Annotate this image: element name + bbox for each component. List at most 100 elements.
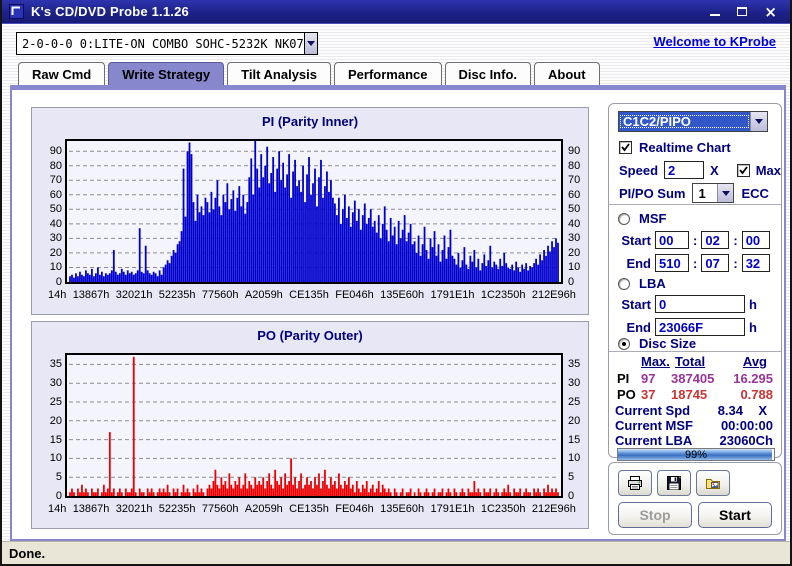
msf-end-min[interactable] <box>655 254 689 272</box>
y-tick-label: 70 <box>568 174 581 187</box>
y-tick-label: 20 <box>49 246 62 259</box>
y-tick-label: 15 <box>568 433 581 446</box>
ecc-label: ECC <box>741 185 769 201</box>
chevron-down-icon[interactable] <box>303 33 317 54</box>
print-button[interactable] <box>618 470 652 496</box>
hex-suffix: h <box>749 319 757 335</box>
stop-button[interactable]: Stop <box>618 502 692 528</box>
y-tick-label: 10 <box>568 452 581 465</box>
y-tick-label: 35 <box>49 358 62 371</box>
colon-separator: : <box>733 255 738 271</box>
pi-max-value: 97 <box>641 371 656 386</box>
lba-radio[interactable] <box>618 277 630 290</box>
max-speed-checkbox[interactable] <box>736 163 750 177</box>
current-spd-value: 8.34 <box>717 403 743 418</box>
y-tick-label: 0 <box>55 490 62 502</box>
y-tick-label: 60 <box>49 188 62 201</box>
realtime-chart-checkbox[interactable] <box>619 141 632 154</box>
x-tick-label: 1791E1h <box>430 289 475 301</box>
msf-start-sec[interactable] <box>701 231 730 249</box>
tab-tilt-analysis[interactable]: Tilt Analysis <box>227 62 332 85</box>
hex-suffix: h <box>749 296 757 312</box>
tab-write-strategy[interactable]: Write Strategy <box>108 62 225 85</box>
floppy-save-icon <box>667 476 681 490</box>
save-image-button[interactable] <box>696 470 730 496</box>
msf-start-min[interactable] <box>655 231 689 249</box>
pi-chart-plot <box>65 139 563 284</box>
pipo-sum-combo[interactable]: 1 <box>692 183 735 203</box>
lba-end-input[interactable] <box>655 318 745 336</box>
check-icon <box>738 165 748 174</box>
y-tick-label: 20 <box>49 414 62 427</box>
tab-performance[interactable]: Performance <box>334 62 442 85</box>
po-avg-value: 0.788 <box>740 387 773 402</box>
x-tick-label: 77560h <box>201 503 239 515</box>
y-tick-label: 90 <box>568 145 581 158</box>
msf-end-label: End <box>626 255 651 271</box>
po-total-value: 18745 <box>671 387 708 402</box>
msf-end-sec[interactable] <box>701 254 730 272</box>
current-msf-value: 00:00:00 <box>720 418 773 433</box>
maximize-icon[interactable] <box>737 7 748 16</box>
speed-input[interactable] <box>664 161 705 179</box>
pi-x-axis: 14h 13867h 32021h 52235h 77560h A2059h CE135h F… <box>48 289 576 301</box>
msf-label: MSF <box>639 211 667 226</box>
save-button[interactable] <box>657 470 691 496</box>
tab-about[interactable]: About <box>534 62 600 85</box>
pi-chart-panel: PI (Parity Inner) 0 10 20 30 40 50 60 70 80 90 01… <box>31 107 589 315</box>
pipo-sum-label: PI/PO Sum <box>619 185 686 201</box>
close-icon[interactable]: × <box>764 4 777 19</box>
speed-unit: X <box>710 162 719 178</box>
po-y-axis-right: 0 5 10 15 20 25 30 35 <box>568 355 594 502</box>
y-tick-label: 35 <box>568 358 581 371</box>
current-msf-label: Current MSF <box>615 418 693 433</box>
tab-disc-info[interactable]: Disc Info. <box>444 62 532 85</box>
printer-icon <box>628 476 642 490</box>
progress-label: 99% <box>684 448 708 461</box>
title-bar: K's CD/DVD Probe 1.1.26 × <box>2 0 790 24</box>
current-spd-label: Current Spd <box>615 403 691 418</box>
x-tick-label: 13867h <box>72 503 110 515</box>
start-button[interactable]: Start <box>698 502 772 528</box>
drive-select-combo[interactable]: 2-0-0-0 0:LITE-ON COMBO SOHC-5232K NK07 <box>16 32 318 55</box>
y-tick-label: 10 <box>49 452 62 465</box>
chevron-down-icon[interactable] <box>750 112 767 131</box>
y-tick-label: 5 <box>568 471 575 484</box>
drive-select-value: 2-0-0-0 0:LITE-ON COMBO SOHC-5232K NK07 <box>22 36 304 51</box>
y-tick-label: 30 <box>49 232 62 245</box>
speed-label: Speed <box>619 162 659 178</box>
po-row-label: PO <box>617 387 636 402</box>
status-text: Done. <box>9 545 46 561</box>
colon-separator: : <box>693 232 698 248</box>
lba-start-input[interactable] <box>655 295 745 313</box>
minimize-icon[interactable] <box>710 14 721 16</box>
y-tick-label: 30 <box>568 377 581 390</box>
msf-radio[interactable] <box>618 212 630 225</box>
status-bar: Done. <box>2 541 790 564</box>
x-tick-label: A2059h <box>244 289 283 301</box>
pi-y-axis-right: 0 10 20 30 40 50 60 70 80 90 <box>568 141 594 288</box>
y-tick-label: 5 <box>55 471 62 484</box>
x-tick-label: A2059h <box>244 503 283 515</box>
pipo-sum-value: 1 <box>698 185 706 201</box>
msf-start-frame[interactable] <box>741 231 770 249</box>
chevron-down-icon[interactable] <box>717 184 734 202</box>
tab-raw-cmd[interactable]: Raw Cmd <box>18 62 106 85</box>
x-tick-label: 32021h <box>115 503 153 515</box>
x-tick-label: 212E96h <box>531 503 576 515</box>
y-tick-label: 25 <box>49 396 62 408</box>
po-x-axis: 14h 13867h 32021h 52235h 77560h A2059h CE135h F… <box>48 503 576 515</box>
x-tick-label: 52235h <box>158 289 196 301</box>
y-tick-label: 30 <box>49 377 62 390</box>
mode-combo[interactable]: C1C2/PIPO <box>618 111 768 132</box>
y-tick-label: 10 <box>568 261 581 274</box>
app-icon <box>9 4 24 19</box>
po-chart-plot <box>65 353 563 498</box>
pi-total-value: 387405 <box>671 371 715 386</box>
x-tick-label: 14h <box>48 503 67 515</box>
y-tick-label: 40 <box>49 217 62 230</box>
msf-end-frame[interactable] <box>741 254 770 272</box>
disc-size-radio[interactable] <box>618 337 630 350</box>
welcome-link[interactable]: Welcome to KProbe <box>653 34 776 49</box>
y-tick-label: 50 <box>568 203 581 216</box>
